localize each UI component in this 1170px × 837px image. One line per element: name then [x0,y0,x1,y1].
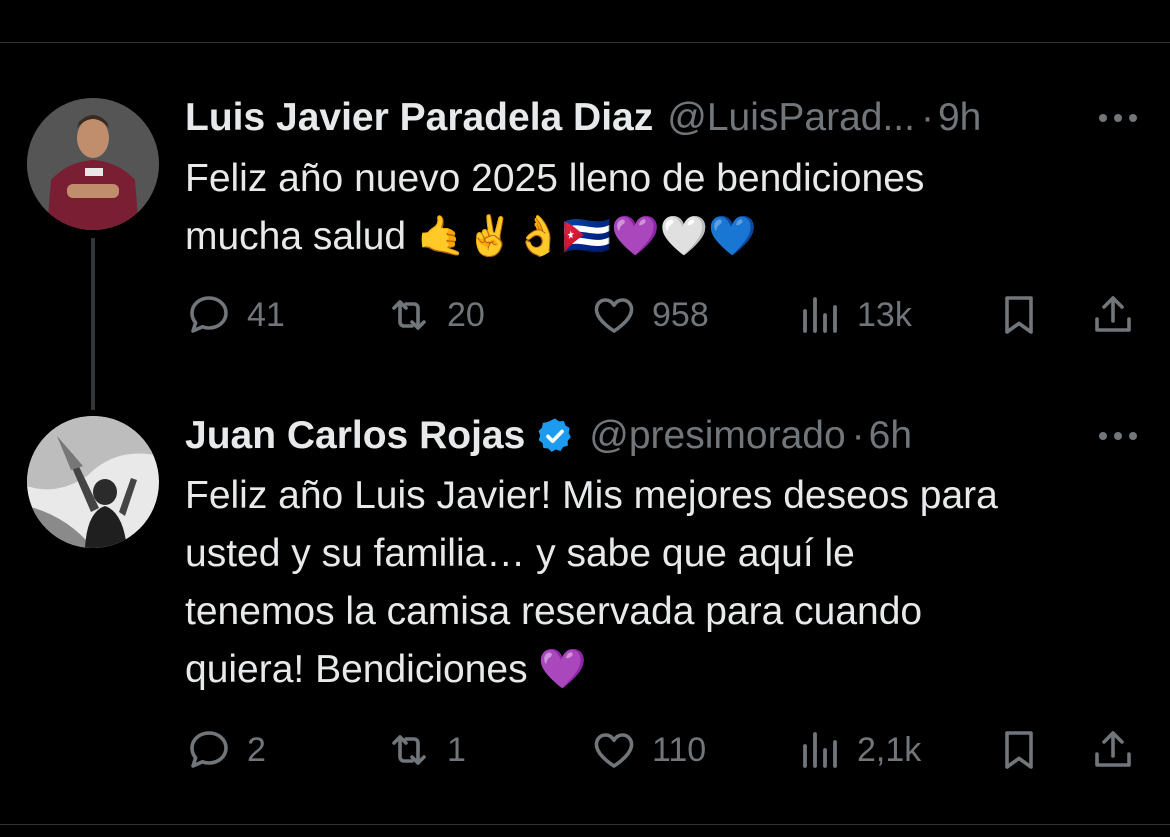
more-icon[interactable] [1099,114,1137,122]
timestamp[interactable]: 6h [869,413,912,459]
separator: · [851,414,865,457]
like-icon [594,733,634,768]
reply-button[interactable]: 2 [185,725,266,775]
views-icon [803,732,837,768]
retweet-button[interactable]: 1 [385,725,466,775]
views-button[interactable]: 2,1k [795,725,921,775]
tweet-text: Feliz año nuevo 2025 lleno de bendicione… [185,157,925,258]
reply-icon [190,296,228,333]
views-icon [803,297,837,333]
avatar[interactable] [27,98,159,230]
reply-count: 41 [247,295,285,334]
reply-count: 2 [247,730,266,769]
reply-icon [190,731,228,768]
like-count: 110 [652,730,707,769]
bottom-divider [0,824,1170,825]
verified-icon [538,418,572,452]
bookmark-button[interactable] [995,725,1043,775]
tweet-header: Luis Javier Paradela Diaz @LuisParad... … [185,95,981,141]
share-button[interactable] [1089,290,1137,340]
display-name[interactable]: Juan Carlos Rojas [185,413,525,459]
share-icon [1095,731,1131,767]
like-button[interactable]: 958 [590,290,709,340]
like-icon [594,298,634,333]
top-divider [0,42,1170,43]
bookmark-button[interactable] [995,290,1043,340]
share-button[interactable] [1089,725,1137,775]
handle[interactable]: @presimorado [589,413,845,459]
retweet-icon [392,735,426,765]
share-icon [1095,296,1131,332]
bookmark-icon [1005,731,1033,769]
reply-button[interactable]: 41 [185,290,285,340]
timestamp[interactable]: 9h [938,95,981,141]
retweet-count: 1 [447,730,466,769]
retweet-count: 20 [447,295,485,334]
views-count: 2,1k [857,730,922,769]
like-button[interactable]: 110 [590,725,706,775]
like-count: 958 [652,295,709,334]
thread-line [91,238,95,410]
more-icon[interactable] [1099,432,1137,440]
action-bar: 41 20 958 13k [185,290,1145,340]
handle[interactable]: @LuisParad... [667,95,915,141]
views-button[interactable]: 13k [795,290,912,340]
display-name[interactable]: Luis Javier Paradela Diaz [185,95,653,141]
views-count: 13k [857,295,912,334]
avatar[interactable] [27,416,159,548]
retweet-button[interactable]: 20 [385,290,485,340]
tweet-header: Juan Carlos Rojas @presimorado · 6h [185,413,912,459]
retweet-icon [392,300,426,330]
separator: · [920,96,934,139]
tweet-text: Feliz año Luis Javier! Mis mejores deseo… [185,474,998,691]
bookmark-icon [1005,296,1033,334]
action-bar: 2 1 110 2,1k [185,725,1145,775]
